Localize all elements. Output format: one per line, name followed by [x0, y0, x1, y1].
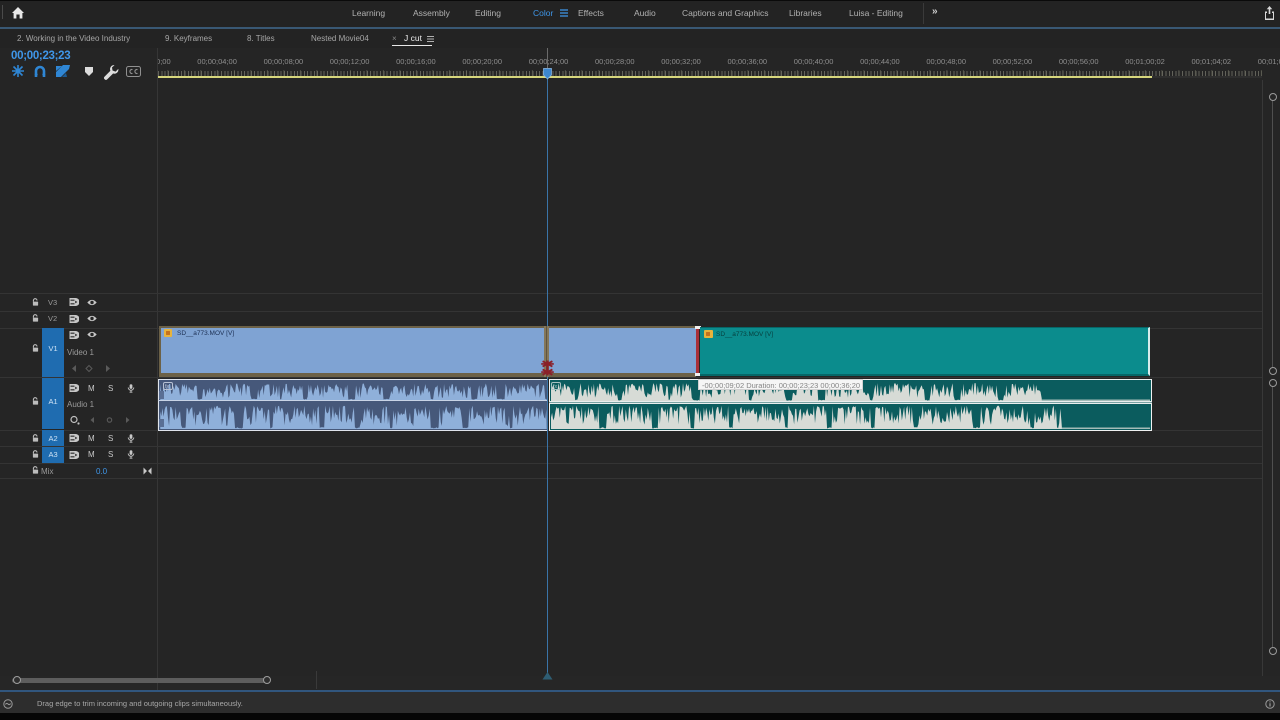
svg-text:fx: fx: [165, 384, 170, 390]
svg-text:fx: fx: [553, 384, 558, 390]
